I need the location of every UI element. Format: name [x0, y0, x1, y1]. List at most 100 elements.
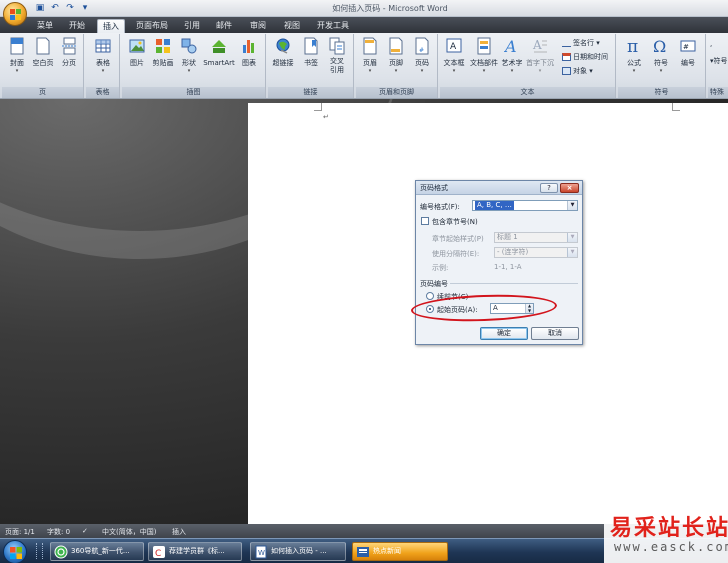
text-box-icon: A: [446, 38, 462, 53]
page-break-button[interactable]: 分页: [57, 37, 81, 68]
chevron-down-icon: ▼: [567, 248, 577, 257]
cross-reference-icon: [329, 37, 345, 55]
margin-mark-top-left: [314, 103, 322, 111]
chapter-style-select[interactable]: 标题 1 ▼: [494, 232, 578, 243]
drop-cap-button[interactable]: A 首字下沉 ▾: [526, 37, 554, 74]
numbering-icon: #: [680, 40, 696, 52]
object-button[interactable]: 对象 ▾: [562, 66, 593, 76]
omega-icon: Ω: [653, 37, 666, 55]
svg-text:A: A: [532, 38, 542, 52]
group-label-page: 页: [2, 87, 83, 98]
group-label-special: 特殊: [708, 87, 728, 98]
drop-cap-icon: A: [532, 38, 547, 53]
footer-icon: [389, 37, 403, 55]
chart-button[interactable]: 图表: [237, 37, 261, 68]
chevron-down-icon: ▼: [567, 201, 577, 210]
cross-reference-button[interactable]: 交叉 引用: [325, 37, 349, 75]
group-text: A 文本框 ▾ 文档部件 ▾ A 艺术字 ▾ A 首字下沉 ▾ 签名行 ▾ 日期和时间 …: [440, 34, 616, 98]
symbol-button[interactable]: Ω 符号 ▾: [649, 37, 673, 74]
document-workspace: ↵: [0, 99, 728, 524]
svg-text:C: C: [155, 549, 161, 559]
quick-parts-button[interactable]: 文档部件 ▾: [470, 37, 498, 74]
proofing-icon[interactable]: ✓: [82, 527, 88, 535]
status-page[interactable]: 页面: 1/1: [5, 527, 35, 537]
smartart-button[interactable]: SmartArt: [203, 37, 235, 68]
special-dot-icon: ,: [710, 40, 713, 48]
group-label-table: 表格: [86, 87, 119, 98]
page-number-button[interactable]: # 页码 ▾: [410, 37, 434, 74]
blank-page-icon: [36, 37, 50, 55]
group-label-links: 链接: [268, 87, 353, 98]
chevron-down-icon: ▼: [567, 233, 577, 242]
group-label-illustrations: 插图: [122, 87, 265, 98]
footer-button[interactable]: 页脚 ▾: [384, 37, 408, 74]
browser-360-icon: [54, 545, 68, 559]
tab-home[interactable]: 开始: [64, 19, 90, 33]
hyperlink-button[interactable]: 超链接: [271, 37, 295, 68]
continue-radio[interactable]: [426, 292, 434, 300]
taskbar-item-group[interactable]: C 荐建学员群《标...: [148, 542, 242, 561]
table-icon: [95, 39, 111, 53]
group-label-symbols: 符号: [618, 87, 705, 98]
taskbar-item-news[interactable]: 热点新闻: [352, 542, 448, 561]
status-mode[interactable]: 插入: [172, 527, 186, 537]
watermark-title: 易采站长站: [610, 515, 728, 541]
ok-button[interactable]: 确定: [480, 327, 528, 340]
office-logo-icon: [10, 9, 21, 20]
svg-text:A: A: [450, 42, 457, 52]
paragraph-mark: ↵: [323, 113, 329, 121]
taskbar-grip: [36, 543, 40, 559]
calendar-icon: [562, 53, 571, 61]
tab-menu[interactable]: 菜单: [33, 19, 57, 33]
status-words[interactable]: 字数: 0: [47, 527, 70, 537]
quick-parts-icon: [477, 37, 491, 55]
close-button[interactable]: ×: [560, 183, 579, 193]
tab-review[interactable]: 审阅: [246, 19, 270, 33]
include-chapter-checkbox[interactable]: [421, 217, 429, 225]
group-symbols: π 公式 ▾ Ω 符号 ▾ # 编号 符号: [618, 34, 706, 98]
pi-icon: π: [627, 37, 638, 55]
table-button[interactable]: 表格 ▾: [91, 37, 115, 74]
cover-page-icon: [10, 37, 24, 55]
separator-select[interactable]: - (连字符) ▼: [494, 247, 578, 258]
tab-references[interactable]: 引用: [180, 19, 204, 33]
shapes-button[interactable]: 形状 ▾: [177, 37, 201, 74]
page-break-icon: [62, 37, 76, 55]
help-button[interactable]: ?: [540, 183, 558, 193]
date-time-button[interactable]: 日期和时间: [562, 52, 608, 62]
group-table: 表格 ▾ 表格: [86, 34, 120, 98]
taskbar-item-word[interactable]: W 如何插入页码 - ...: [250, 542, 346, 561]
text-box-button[interactable]: A 文本框 ▾: [442, 37, 466, 74]
ribbon: 封面 ▾ 空白页 分页 页 表格 ▾ 表格 图片 剪贴画 形状 ▾ SmartA…: [0, 33, 728, 99]
separator-label: 使用分隔符(E):: [432, 250, 480, 258]
numbering-section-label: 页码编号: [420, 280, 448, 288]
windows-logo-icon: [10, 547, 22, 559]
office-button[interactable]: [3, 2, 27, 26]
number-format-label: 编号格式(F):: [420, 203, 460, 211]
watermark: 易采站长站 www.easck.com: [604, 506, 728, 563]
tab-page-layout[interactable]: 页面布局: [132, 19, 172, 33]
example-value: 1-1, 1-A: [494, 263, 522, 271]
equation-button[interactable]: π 公式 ▾: [622, 37, 646, 74]
cover-page-button[interactable]: 封面 ▾: [5, 37, 29, 74]
status-language[interactable]: 中文(简体，中国): [102, 527, 156, 537]
special-symbol-button[interactable]: ▾符号: [710, 56, 728, 66]
numbering-button[interactable]: # 编号: [676, 37, 700, 68]
group-label-text: 文本: [440, 87, 615, 98]
tab-developer[interactable]: 开发工具: [313, 19, 353, 33]
chat-app-icon: C: [153, 546, 165, 559]
number-format-select[interactable]: A, B, C, … ▼: [472, 200, 578, 211]
example-label: 示例:: [432, 264, 449, 272]
header-button[interactable]: 页眉 ▾: [358, 37, 382, 74]
tab-mailings[interactable]: 邮件: [212, 19, 236, 33]
cancel-button[interactable]: 取消: [531, 327, 579, 340]
tab-insert[interactable]: 插入: [97, 19, 125, 33]
news-icon: [357, 547, 369, 557]
signature-line-button[interactable]: 签名行 ▾: [562, 38, 600, 48]
start-button[interactable]: [3, 540, 27, 563]
tab-view[interactable]: 视图: [280, 19, 304, 33]
taskbar-item-360[interactable]: 360导航_新一代...: [50, 542, 144, 561]
svg-text:W: W: [258, 549, 265, 557]
wordart-button[interactable]: A 艺术字 ▾: [500, 37, 524, 74]
object-icon: [562, 67, 571, 75]
